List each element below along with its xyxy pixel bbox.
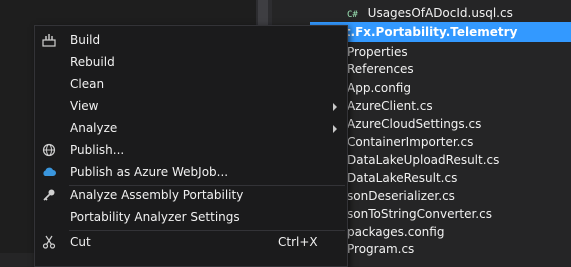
menu-item-label: View (70, 99, 99, 113)
tree-item-app-config[interactable]: App.config (347, 78, 411, 98)
globe-icon (41, 142, 57, 158)
tree-item-usagesofadocid[interactable]: C# UsagesOfADocId.usql.cs (347, 3, 513, 23)
tree-item-label: sonToStringConverter.cs (347, 207, 492, 221)
tree-item-label: sonDeserializer.cs (347, 189, 455, 203)
shortcut-label: Ctrl+X (278, 235, 318, 249)
tree-item-telemetry-project[interactable]: rosoft.Fx.Portability.Telemetry (310, 22, 571, 42)
context-menu: Build Rebuild Clean View Analyze Publish… (34, 25, 348, 267)
menu-item-build[interactable]: Build (35, 29, 347, 51)
tree-item-label: Program.cs (347, 242, 415, 256)
menu-item-label: Analyze Assembly Portability (70, 188, 244, 202)
tree-item-label: packages.config (347, 225, 445, 239)
menu-item-label: Clean (70, 77, 105, 91)
scissors-icon (41, 234, 57, 250)
scrollbar-thumb[interactable] (258, 0, 268, 26)
menu-item-label: Portability Analyzer Settings (70, 210, 240, 224)
tree-item-label: UsagesOfADocId.usql.cs (367, 6, 513, 20)
menu-item-label: Publish as Azure WebJob... (70, 165, 229, 179)
menu-item-publish[interactable]: Publish... (35, 139, 347, 161)
submenu-arrow-icon (333, 103, 337, 111)
menu-item-portability-analyzer-settings[interactable]: Portability Analyzer Settings (35, 206, 347, 228)
tree-item-datalakeresult[interactable]: DataLakeResult.cs (347, 168, 457, 188)
tree-item-azurecloudsettings[interactable]: AzureCloudSettings.cs (347, 114, 481, 134)
tree-item-datalakeuploadresult[interactable]: DataLakeUploadResult.cs (347, 150, 499, 170)
tree-item-references[interactable]: References (347, 59, 414, 79)
menu-item-rebuild[interactable]: Rebuild (35, 51, 347, 73)
tree-item-label: AzureClient.cs (347, 99, 433, 113)
menu-item-cut[interactable]: Cut Ctrl+X (35, 231, 347, 253)
menu-item-label: Rebuild (70, 55, 115, 69)
tree-item-jsondeserializer[interactable]: sonDeserializer.cs (347, 186, 455, 206)
tree-item-jsontostringconverter[interactable]: sonToStringConverter.cs (347, 204, 492, 224)
tree-item-label: App.config (347, 81, 411, 95)
build-icon (41, 32, 57, 48)
tree-item-label: DataLakeUploadResult.cs (347, 153, 500, 167)
menu-item-label: Analyze (70, 121, 118, 135)
tree-item-program[interactable]: Program.cs (347, 239, 414, 259)
tree-item-label: Properties (347, 45, 408, 59)
tree-item-label: ContainerImporter.cs (347, 135, 474, 149)
tree-item-label: AzureCloudSettings.cs (347, 117, 482, 131)
menu-item-analyze-assembly-portability[interactable]: Analyze Assembly Portability (35, 184, 347, 206)
menu-item-analyze[interactable]: Analyze (35, 117, 347, 139)
tree-item-label: References (347, 62, 414, 76)
menu-item-view[interactable]: View (35, 95, 347, 117)
menu-item-publish-azure-webjob[interactable]: Publish as Azure WebJob... (35, 161, 347, 183)
menu-item-label: Build (70, 33, 101, 47)
tree-item-containerimporter[interactable]: ContainerImporter.cs (347, 132, 473, 152)
tree-item-azureclient[interactable]: AzureClient.cs (347, 96, 433, 116)
key-icon (41, 187, 57, 203)
cloud-icon (41, 164, 57, 180)
tree-item-label: DataLakeResult.cs (347, 171, 458, 185)
menu-item-label: Publish... (70, 143, 125, 157)
menu-item-clean[interactable]: Clean (35, 73, 347, 95)
submenu-arrow-icon (333, 125, 337, 133)
menu-item-label: Cut (70, 235, 91, 249)
